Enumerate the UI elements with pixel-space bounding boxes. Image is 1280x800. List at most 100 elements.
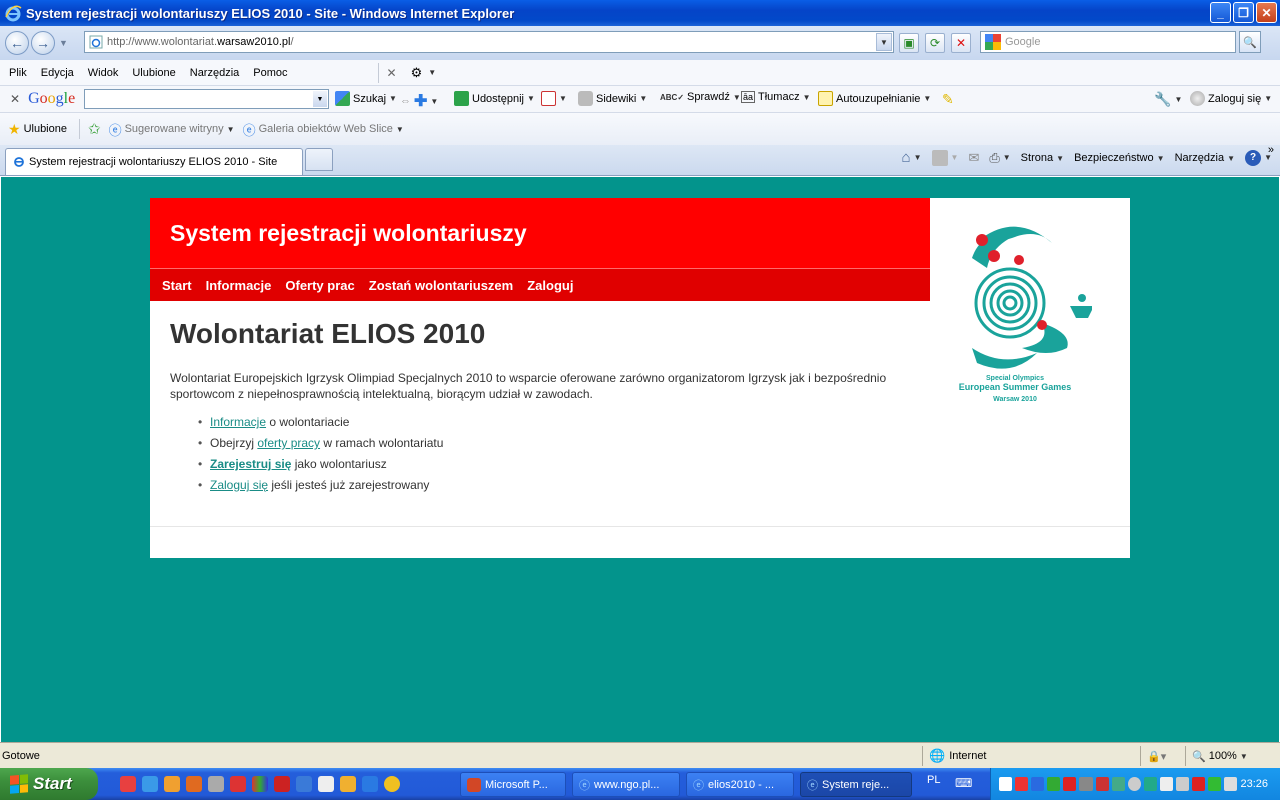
quick-launch-icon[interactable] bbox=[230, 776, 246, 792]
address-dropdown-icon[interactable]: ▼ bbox=[876, 33, 892, 51]
nav-informacje[interactable]: Informacje bbox=[206, 278, 272, 293]
taskbar-button[interactable]: ⓔ elios2010 - ... bbox=[686, 772, 794, 797]
menu-view[interactable]: Widok bbox=[81, 67, 126, 79]
protected-mode[interactable]: 🔒▾ bbox=[1140, 746, 1166, 766]
quick-launch-icon[interactable] bbox=[142, 776, 158, 792]
page-menu-button[interactable]: Strona ▼ bbox=[1021, 152, 1064, 164]
menu-edit[interactable]: Edycja bbox=[34, 67, 81, 79]
tray-icon[interactable] bbox=[1176, 777, 1190, 791]
tray-icon[interactable] bbox=[1111, 777, 1125, 791]
search-input[interactable]: Google bbox=[980, 31, 1236, 53]
refresh-icon[interactable]: ⟳ bbox=[925, 33, 945, 53]
zoom-control[interactable]: 🔍 100% ▼ bbox=[1185, 746, 1248, 766]
history-dropdown-icon[interactable]: ▼ bbox=[59, 38, 68, 48]
suggested-sites-button[interactable]: ⓔ Sugerowane witryny ▼ bbox=[109, 120, 235, 139]
toolbar-settings-button[interactable]: 🔧 ▼ bbox=[1154, 91, 1182, 108]
quick-launch-icon[interactable] bbox=[164, 776, 180, 792]
addon-icon[interactable]: ⚙ bbox=[411, 65, 423, 81]
link-zaloguj-sie[interactable]: Zaloguj się bbox=[210, 478, 268, 492]
spellcheck-button[interactable]: ABC✓ Sprawdź ▼ bbox=[660, 91, 741, 103]
translate-button[interactable]: āa Tłumacz ▼ bbox=[741, 91, 811, 103]
quick-launch-icon[interactable] bbox=[208, 776, 224, 792]
menu-tools[interactable]: Narzędzia bbox=[183, 67, 247, 79]
quick-launch-icon[interactable] bbox=[120, 776, 136, 792]
autofill-button[interactable]: Autouzupełnianie ▼ bbox=[818, 91, 931, 106]
quick-launch-icon[interactable] bbox=[252, 776, 268, 792]
google-search-input[interactable]: ▼ bbox=[84, 89, 329, 109]
clock[interactable]: 23:26 bbox=[1240, 778, 1268, 790]
network-icon[interactable] bbox=[1208, 777, 1222, 791]
nav-zostan-wolontariuszem[interactable]: Zostań wolontariuszem bbox=[369, 278, 513, 293]
tray-icon[interactable] bbox=[1063, 777, 1077, 791]
window-title-bar[interactable]: System rejestracji wolontariuszy ELIOS 2… bbox=[0, 0, 1280, 26]
highlight-button[interactable]: ✎ bbox=[942, 91, 954, 108]
tray-icon[interactable] bbox=[1095, 777, 1109, 791]
link-informacje[interactable]: Informacje bbox=[210, 415, 266, 429]
compatibility-view-icon[interactable]: ▣ bbox=[899, 33, 919, 53]
minimize-button[interactable]: _ bbox=[1210, 2, 1231, 23]
quick-launch-icon[interactable] bbox=[274, 776, 290, 792]
security-zone[interactable]: 🌐 Internet bbox=[922, 746, 987, 766]
add-favorite-button[interactable]: ✩ bbox=[88, 120, 101, 138]
feeds-button[interactable]: ▼ bbox=[931, 149, 958, 166]
restore-button[interactable]: ❐ bbox=[1233, 2, 1254, 23]
forward-button[interactable]: → bbox=[31, 31, 55, 55]
menu-file[interactable]: Plik bbox=[2, 67, 34, 79]
search-icon[interactable]: 🔍 bbox=[1239, 31, 1261, 53]
keyboard-icon[interactable]: ⌨ bbox=[955, 776, 972, 790]
share-button[interactable]: Udostępnij ▼ bbox=[454, 91, 535, 106]
bluetooth-icon[interactable] bbox=[1031, 777, 1045, 791]
nav-start[interactable]: Start bbox=[162, 278, 192, 293]
tools-menu-button[interactable]: Narzędzia ▼ bbox=[1175, 152, 1236, 164]
google-search-button[interactable]: Szukaj ▼ bbox=[335, 91, 397, 106]
home-button[interactable]: ⌂ ▼ bbox=[902, 149, 922, 166]
new-tab-button[interactable] bbox=[305, 148, 333, 171]
chevron-more-icon[interactable]: » bbox=[1268, 144, 1274, 156]
tray-icon[interactable] bbox=[1143, 777, 1157, 791]
tab-active[interactable]: System rejestracji wolontariuszy ELIOS 2… bbox=[5, 148, 303, 175]
nav-zaloguj[interactable]: Zaloguj bbox=[527, 278, 573, 293]
back-button[interactable]: ← bbox=[5, 31, 29, 55]
tray-icon[interactable] bbox=[1047, 777, 1061, 791]
menu-favorites[interactable]: Ulubione bbox=[125, 67, 182, 79]
close-toolbar-icon[interactable]: ✕ bbox=[387, 66, 397, 80]
ie-icon[interactable] bbox=[362, 776, 378, 792]
sidewiki-button[interactable]: Sidewiki ▼ bbox=[578, 91, 647, 106]
google-signin-button[interactable]: Zaloguj się ▼ bbox=[1190, 91, 1272, 106]
start-button[interactable]: Start bbox=[0, 768, 98, 800]
google-logo: Google bbox=[28, 90, 76, 107]
tray-icon[interactable] bbox=[1192, 777, 1206, 791]
address-bar[interactable]: http://www.wolontariat.warsaw2010.pl/ ▼ bbox=[84, 31, 894, 53]
mail-button[interactable]: ✉ bbox=[968, 150, 979, 166]
tray-icon[interactable] bbox=[1127, 777, 1141, 791]
quick-launch-icon[interactable] bbox=[296, 776, 312, 792]
volume-icon[interactable] bbox=[1224, 777, 1238, 791]
google-search-dropdown-icon[interactable]: ▼ bbox=[313, 91, 327, 107]
favorites-button[interactable]: ★ Ulubione bbox=[8, 121, 67, 138]
close-google-toolbar-icon[interactable]: ✕ bbox=[10, 92, 20, 106]
popup-blocker-button[interactable]: ▼ bbox=[541, 91, 567, 106]
nav-oferty-prac[interactable]: Oferty prac bbox=[285, 278, 354, 293]
print-button[interactable]: ⎙ ▼ bbox=[989, 150, 1010, 166]
quick-launch-icon[interactable] bbox=[318, 776, 334, 792]
media-player-icon[interactable] bbox=[384, 776, 400, 792]
stop-icon[interactable]: ✕ bbox=[951, 33, 971, 53]
taskbar-button-active[interactable]: ⓔ System reje... bbox=[800, 772, 912, 797]
tray-icon[interactable] bbox=[999, 777, 1013, 791]
tray-icon[interactable] bbox=[1015, 777, 1029, 791]
google-more-button[interactable]: ⇔ ✚ ▼ bbox=[400, 91, 438, 111]
webslice-gallery-button[interactable]: ⓔ Galeria obiektów Web Slice ▼ bbox=[243, 120, 404, 139]
link-oferty-pracy[interactable]: oferty pracy bbox=[257, 436, 320, 450]
menu-help[interactable]: Pomoc bbox=[246, 67, 294, 79]
security-menu-button[interactable]: Bezpieczeństwo ▼ bbox=[1074, 152, 1164, 164]
tray-icon[interactable] bbox=[1159, 777, 1174, 791]
tray-icon[interactable] bbox=[1079, 777, 1093, 791]
quick-launch-icon[interactable] bbox=[340, 776, 356, 792]
taskbar-button[interactable]: ⓔ www.ngo.pl... bbox=[572, 772, 680, 797]
taskbar-button[interactable]: Microsoft P... bbox=[460, 772, 566, 797]
addon-dropdown-icon[interactable]: ▼ bbox=[428, 68, 436, 77]
language-indicator[interactable]: PL bbox=[927, 774, 940, 786]
close-button[interactable]: ✕ bbox=[1256, 2, 1277, 23]
link-zarejestruj-sie[interactable]: Zarejestruj się bbox=[210, 457, 291, 471]
firefox-icon[interactable] bbox=[186, 776, 202, 792]
